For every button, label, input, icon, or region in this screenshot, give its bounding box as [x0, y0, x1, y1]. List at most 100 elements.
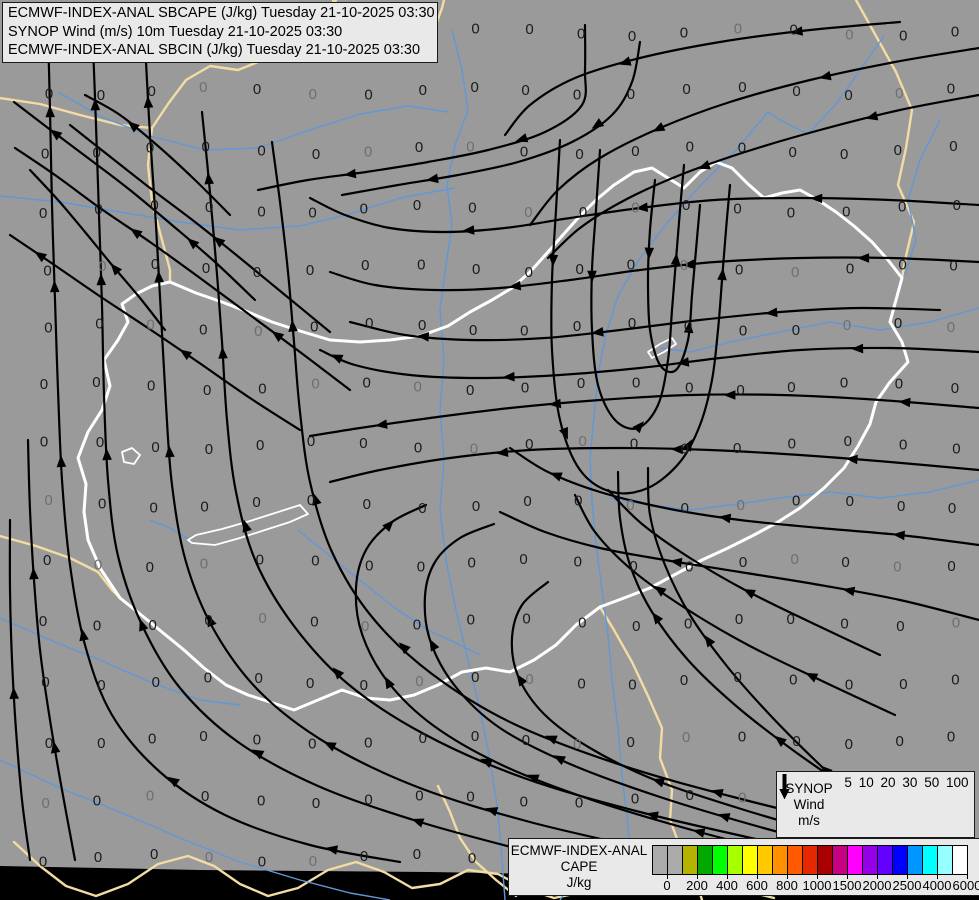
grid-value-label: 0 [951, 380, 959, 397]
grid-value-label: 0 [471, 79, 479, 96]
grid-value-label: 0 [626, 497, 634, 514]
cape-color-cell [833, 846, 848, 874]
grid-value-label: 0 [257, 143, 265, 160]
grid-value-label: 0 [365, 315, 373, 332]
grid-value-label: 0 [947, 319, 955, 336]
cape-legend-param: CAPE [560, 859, 598, 874]
grid-value-label: 0 [680, 24, 688, 41]
grid-value-label: 0 [471, 21, 479, 38]
grid-value-label: 0 [524, 204, 532, 221]
grid-value-label: 0 [152, 674, 160, 691]
grid-value-label: 0 [309, 86, 317, 103]
grid-value-label: 0 [738, 139, 746, 156]
grid-value-label: 0 [471, 728, 479, 745]
grid-value-label: 0 [579, 204, 587, 221]
grid-value-label: 0 [682, 197, 690, 214]
grid-value-label: 0 [842, 204, 850, 221]
grid-value-label: 0 [151, 439, 159, 456]
grid-value-label: 0 [310, 614, 318, 631]
synop-speed-value: 10 [858, 775, 874, 790]
grid-value-label: 0 [41, 674, 49, 691]
grid-value-label: 0 [843, 317, 851, 334]
grid-value-label: 0 [42, 795, 50, 812]
grid-value-label: 0 [789, 672, 797, 689]
grid-value-label: 0 [257, 793, 265, 810]
grid-value-label: 0 [146, 788, 154, 805]
grid-value-label: 0 [686, 787, 694, 804]
grid-value-label: 0 [306, 262, 314, 279]
grid-value-label: 0 [952, 615, 960, 632]
grid-value-label: 0 [202, 260, 210, 277]
cape-color-cell [818, 846, 833, 874]
synop-wind-legend: SYNOP Wind m/s 5 10 20 30 50 100 [776, 771, 975, 838]
grid-value-label: 0 [949, 258, 957, 275]
grid-value-label: 0 [203, 382, 211, 399]
grid-value-label: 0 [897, 498, 905, 515]
grid-value-label: 0 [629, 558, 637, 575]
grid-value-label: 0 [43, 552, 51, 569]
grid-value-label: 0 [95, 315, 103, 332]
grid-value-label: 0 [39, 205, 47, 222]
grid-value-label: 0 [471, 669, 479, 686]
cape-tick-label: 800 [776, 878, 798, 893]
grid-value-label: 0 [947, 80, 955, 97]
grid-value-label: 0 [413, 197, 421, 214]
grid-value-label: 0 [631, 200, 639, 217]
grid-value-label: 0 [894, 315, 902, 332]
grid-value-label: 0 [417, 257, 425, 274]
grid-value-label: 0 [952, 441, 960, 458]
grid-value-label: 0 [257, 204, 265, 221]
grid-value-label: 0 [738, 789, 746, 806]
grid-value-label: 0 [899, 28, 907, 45]
grid-value-label: 0 [521, 380, 529, 397]
synop-wind-legend-scale: 5 10 20 30 50 100 [779, 772, 974, 837]
grid-value-label: 0 [150, 846, 158, 863]
grid-value-label: 0 [312, 146, 320, 163]
grid-value-label: 0 [311, 376, 319, 393]
grid-value-label: 0 [627, 86, 635, 103]
grid-value-label: 0 [311, 553, 319, 570]
grid-value-label: 0 [205, 199, 213, 216]
grid-value-label: 0 [947, 558, 955, 575]
grid-value-label: 0 [525, 671, 533, 688]
grid-value-label: 0 [734, 669, 742, 686]
grid-value-label: 0 [470, 441, 478, 458]
grid-value-label: 0 [258, 853, 266, 870]
grid-value-label: 0 [841, 554, 849, 571]
grid-value-label: 0 [737, 497, 745, 514]
grid-value-label: 0 [419, 82, 427, 99]
grid-value-label: 0 [576, 261, 584, 278]
grid-value-label: 0 [520, 322, 528, 339]
cape-color-cell [743, 846, 758, 874]
grid-value-label: 0 [577, 26, 585, 43]
grid-value-label: 0 [684, 318, 692, 335]
synop-speed-cell: 20 [779, 774, 896, 835]
grid-value-label: 0 [951, 671, 959, 688]
synop-speed-cell: 10 [779, 774, 874, 835]
grid-value-label: 0 [44, 492, 52, 509]
synop-speed-cell: 50 [779, 774, 939, 835]
grid-value-label: 0 [258, 610, 266, 627]
synop-speed-cell: 5 [779, 774, 852, 835]
grid-value-label: 0 [792, 733, 800, 750]
grid-value-label: 0 [948, 500, 956, 517]
grid-value-label: 0 [840, 374, 848, 391]
grid-value-label: 0 [787, 205, 795, 222]
grid-value-label: 0 [632, 618, 640, 635]
cape-tick-label: 2500 [892, 878, 922, 893]
grid-value-label: 0 [253, 81, 261, 98]
grid-value-label: 0 [895, 85, 903, 102]
grid-value-label: 0 [682, 729, 690, 746]
cape-color-cell [863, 846, 878, 874]
grid-value-label: 0 [472, 261, 480, 278]
grid-value-label: 0 [93, 792, 101, 809]
grid-value-label: 0 [845, 736, 853, 753]
grid-value-label: 0 [415, 673, 423, 690]
grid-value-label: 0 [413, 616, 421, 633]
grid-value-label: 0 [733, 200, 741, 217]
cape-legend-unit: J/kg [566, 875, 592, 890]
grid-value-label: 0 [43, 263, 51, 280]
grid-value-label: 0 [199, 728, 207, 745]
grid-value-label: 0 [469, 322, 477, 339]
grid-value-label: 0 [39, 853, 47, 870]
